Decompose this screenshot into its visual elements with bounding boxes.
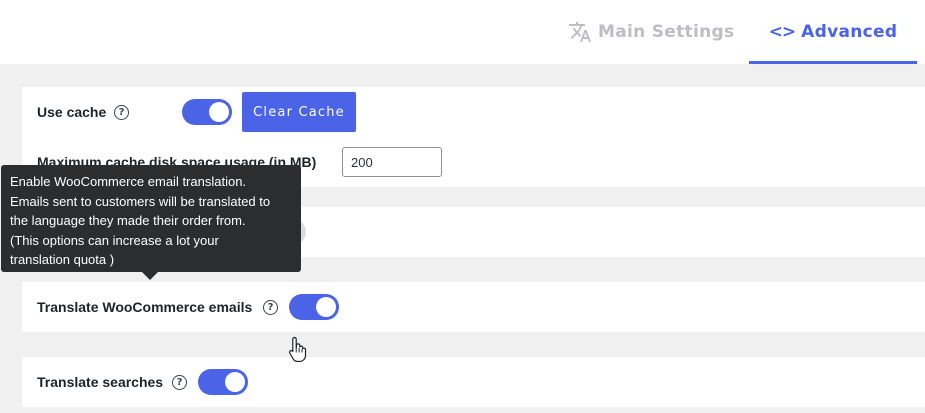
tooltip-line: translation quota ) bbox=[10, 252, 115, 268]
toggle-knob bbox=[209, 102, 229, 122]
use-cache-toggle[interactable] bbox=[182, 99, 232, 125]
help-icon[interactable]: ? bbox=[263, 300, 278, 315]
use-cache-label: Use cache bbox=[37, 104, 107, 120]
help-icon[interactable]: ? bbox=[114, 105, 129, 120]
tooltip-line: the language they made their order from. bbox=[10, 213, 246, 229]
toggle-knob bbox=[225, 372, 245, 392]
tooltip-line: (This options can increase a lot your bbox=[10, 232, 219, 248]
woocommerce-help-tooltip: Enable WooCommerce email translation. Em… bbox=[1, 165, 301, 280]
translate-woocommerce-emails-toggle[interactable] bbox=[289, 294, 339, 320]
help-icon[interactable]: ? bbox=[172, 375, 187, 390]
translate-icon bbox=[568, 20, 592, 44]
translate-searches-toggle[interactable] bbox=[198, 369, 248, 395]
translate-woocommerce-emails-label: Translate WooCommerce emails bbox=[37, 299, 253, 315]
code-icon: <> bbox=[768, 22, 796, 42]
tab-advanced[interactable]: <> Advanced bbox=[749, 0, 917, 64]
hand-pointer-cursor-icon bbox=[288, 336, 307, 362]
clear-cache-button[interactable]: Clear Cache bbox=[242, 92, 356, 132]
tab-advanced-label: Advanced bbox=[801, 22, 898, 42]
max-cache-disk-input[interactable] bbox=[342, 147, 442, 177]
toggle-knob bbox=[316, 297, 336, 317]
translate-searches-label: Translate searches bbox=[37, 374, 164, 390]
tab-main-settings[interactable]: Main Settings bbox=[568, 0, 734, 64]
tab-main-settings-label: Main Settings bbox=[598, 22, 735, 42]
tooltip-line: Enable WooCommerce email translation. bbox=[10, 174, 247, 189]
settings-tab-bar: Main Settings <> Advanced bbox=[0, 0, 925, 64]
tooltip-line: Emails sent to customers will be transla… bbox=[10, 193, 271, 209]
